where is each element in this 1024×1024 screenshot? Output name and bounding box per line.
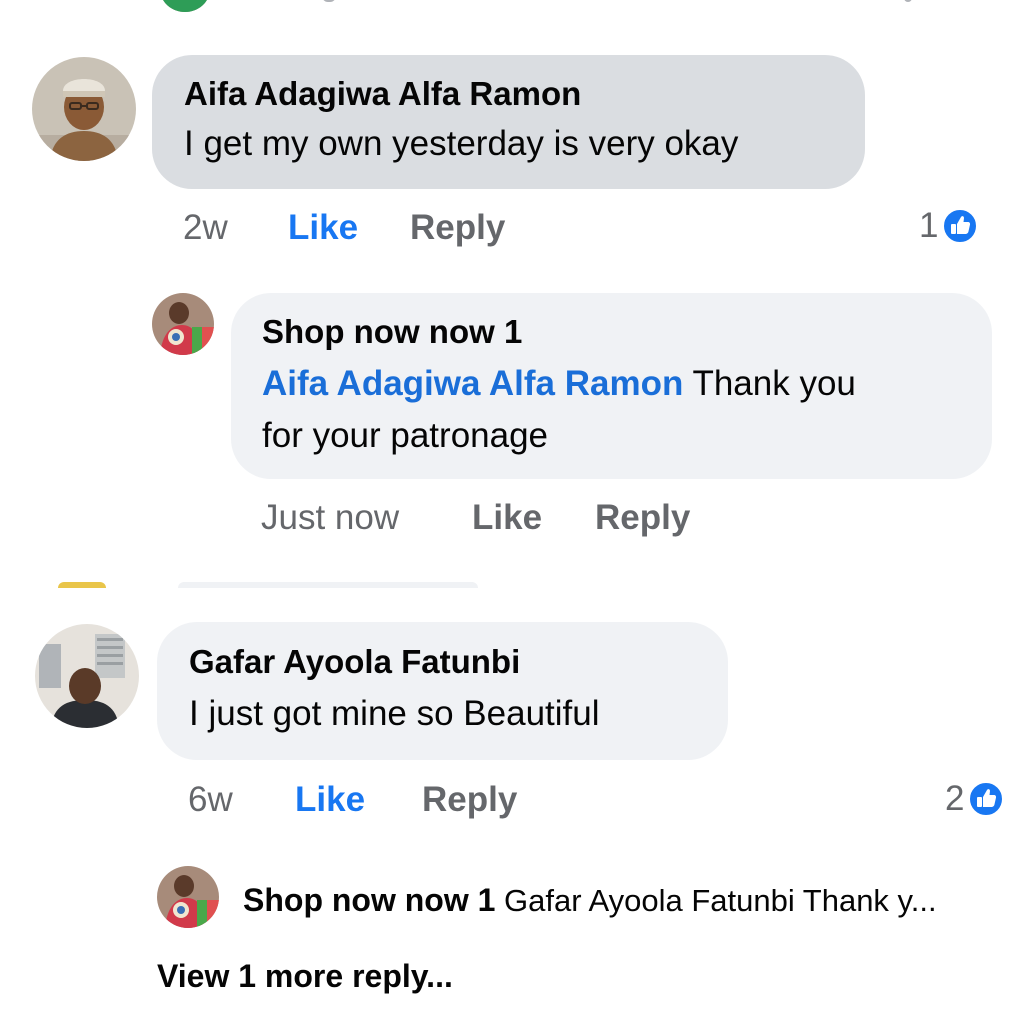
thumbs-up-icon	[942, 208, 979, 244]
comment-bubble[interactable]: Gafar Ayoola Fatunbi I just got mine so …	[157, 622, 728, 760]
reply-button[interactable]: Reply	[422, 780, 517, 820]
previous-comment-meta-fragment	[904, 0, 912, 2]
avatar[interactable]	[157, 866, 219, 928]
reply-text-line1: Thank you	[692, 364, 856, 403]
reaction-count: 2	[945, 779, 965, 818]
comment-bubble[interactable]: Aifa Adagiwa Alfa Ramon I get my own yes…	[152, 55, 865, 189]
reply-preview-author[interactable]: Shop now now 1	[243, 882, 495, 918]
mention-link[interactable]: Aifa Adagiwa Alfa Ramon	[262, 364, 683, 403]
reply-timestamp: Just now	[261, 498, 400, 537]
user-photo-icon	[35, 624, 139, 728]
comment-text: I just got mine so Beautiful	[189, 694, 600, 733]
comment-timestamp: 6w	[188, 780, 233, 819]
previous-comment-avatar-fragment	[160, 0, 210, 12]
like-button[interactable]: Like	[472, 498, 542, 538]
previous-comment-meta-fragment	[322, 0, 336, 2]
page-photo-icon	[157, 866, 219, 928]
collapsed-item-edge	[178, 582, 478, 588]
avatar[interactable]	[152, 293, 214, 355]
reply-text: Aifa Adagiwa Alfa Ramon Thank you for yo…	[262, 358, 952, 462]
avatar[interactable]	[35, 624, 139, 728]
comment-author[interactable]: Aifa Adagiwa Alfa Ramon	[184, 74, 865, 114]
reply-button[interactable]: Reply	[595, 498, 690, 538]
page-photo-icon	[152, 293, 214, 355]
reaction-summary[interactable]: 2	[945, 779, 1005, 819]
reply-button[interactable]: Reply	[410, 208, 505, 248]
comment-author[interactable]: Gafar Ayoola Fatunbi	[189, 642, 728, 682]
view-more-replies-link[interactable]: View 1 more reply...	[157, 956, 453, 996]
like-button[interactable]: Like	[295, 780, 365, 820]
thumbs-up-icon	[968, 781, 1005, 817]
collapsed-item-edge	[58, 582, 106, 588]
avatar[interactable]	[32, 57, 136, 161]
comment-timestamp: 2w	[183, 208, 228, 247]
reply-author[interactable]: Shop now now 1	[262, 312, 952, 352]
user-photo-icon	[32, 57, 136, 161]
reaction-count: 1	[919, 206, 939, 245]
like-button[interactable]: Like	[288, 208, 358, 248]
reply-preview[interactable]: Shop now now 1 Gafar Ayoola Fatunbi Than…	[243, 880, 937, 921]
comment-text: I get my own yesterday is very okay	[184, 124, 739, 163]
reply-text-line2: for your patronage	[262, 416, 549, 455]
reply-preview-text: Gafar Ayoola Fatunbi Thank y...	[504, 883, 937, 918]
reaction-summary[interactable]: 1	[919, 206, 979, 246]
reply-bubble[interactable]: Shop now now 1 Aifa Adagiwa Alfa Ramon T…	[231, 293, 992, 479]
